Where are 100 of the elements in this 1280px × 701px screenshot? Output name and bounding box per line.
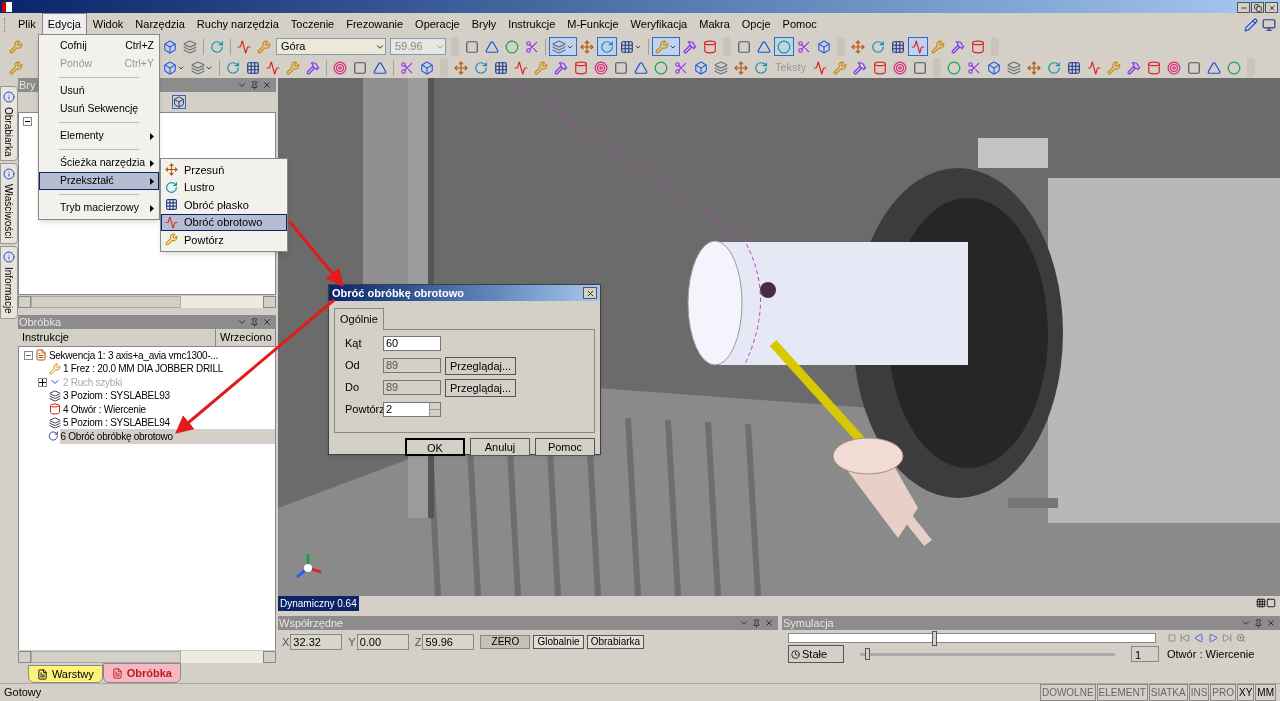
menu-item[interactable]: Bryły xyxy=(465,13,503,36)
text-field[interactable]: 60 xyxy=(383,336,441,351)
dialog-button[interactable]: Pomoc xyxy=(535,437,595,456)
panel-tab[interactable]: Obróbka xyxy=(102,663,181,683)
menu-entry[interactable]: Przekształć xyxy=(39,172,159,190)
tree-item[interactable]: Sekwencja 1: 3 axis+a_avia vmc1300-... xyxy=(48,347,223,363)
restore-button[interactable] xyxy=(1251,2,1264,13)
fast-forward-icon[interactable] xyxy=(1222,633,1232,643)
horizontal-scrollbar[interactable] xyxy=(17,295,276,308)
toolbar-button[interactable] xyxy=(774,37,794,56)
collapse-box[interactable] xyxy=(24,350,34,360)
spin-field[interactable]: 2 xyxy=(383,402,441,417)
tile-icon[interactable] xyxy=(1256,598,1266,608)
close-icon[interactable] xyxy=(262,317,272,327)
column-header[interactable]: Instrukcje xyxy=(17,329,216,346)
menu-entry[interactable]: Przesuń xyxy=(161,161,287,179)
step-back-icon[interactable] xyxy=(1194,633,1204,643)
menu-item[interactable]: Widok xyxy=(86,13,130,36)
toolbar-button[interactable] xyxy=(597,37,617,56)
pin-icon[interactable] xyxy=(1254,618,1263,628)
dialog-button[interactable]: OK xyxy=(405,437,465,456)
toolbar-button[interactable] xyxy=(652,37,680,56)
pin-icon[interactable] xyxy=(250,317,259,327)
menu-item[interactable]: Frezowanie xyxy=(340,13,410,36)
tree-item[interactable]: 6 Obróć obróbkę obrotowo xyxy=(60,428,276,444)
side-tab[interactable]: Obrabiarka xyxy=(0,86,18,162)
close-icon[interactable] xyxy=(262,80,272,90)
cube-icon[interactable] xyxy=(171,95,186,109)
menu-item[interactable]: Plik xyxy=(12,13,42,36)
text-field[interactable]: 89 xyxy=(383,380,441,395)
window-icon[interactable] xyxy=(1266,598,1276,608)
menu-item[interactable]: Toczenie xyxy=(284,13,341,36)
slider-thumb[interactable] xyxy=(931,631,937,646)
position-track[interactable] xyxy=(788,633,1156,643)
pin-icon[interactable] xyxy=(752,618,761,628)
close-button[interactable] xyxy=(1265,2,1278,13)
pin-icon[interactable] xyxy=(250,80,259,90)
step-field[interactable]: 1 xyxy=(1131,646,1159,662)
tree-item[interactable]: 1 Frez : 20.0 MM DIA JOBBER DRILL xyxy=(62,361,227,377)
menu-item[interactable]: Opcje xyxy=(735,13,777,36)
coordinate-field[interactable]: 0.00 xyxy=(356,634,409,651)
speed-button[interactable]: Stałe xyxy=(788,645,844,663)
dialog-tab[interactable]: Ogólnie xyxy=(334,308,384,330)
close-button[interactable] xyxy=(583,287,597,299)
menu-entry[interactable]: Lustro xyxy=(161,178,287,196)
toolbar-button[interactable] xyxy=(549,37,577,56)
text-field[interactable]: 89 xyxy=(383,358,441,373)
toolbar-grip[interactable] xyxy=(440,58,448,77)
menu-entry[interactable]: Elementy xyxy=(39,127,159,145)
combo-box[interactable]: Góra xyxy=(276,38,386,55)
display-icon[interactable] xyxy=(1262,17,1276,32)
slider-thumb[interactable] xyxy=(865,647,871,660)
coordinate-button[interactable]: Obrabiarka xyxy=(586,635,645,650)
menu-entry[interactable]: Powtórz xyxy=(161,231,287,249)
column-header[interactable]: Wrzeciono xyxy=(216,329,276,346)
play-icon[interactable] xyxy=(1208,633,1218,643)
side-tab[interactable]: Informacje xyxy=(0,245,18,319)
menu-entry[interactable]: Usuń Sekwencję xyxy=(39,100,159,118)
horizontal-scrollbar[interactable] xyxy=(17,650,276,663)
rewind-icon[interactable] xyxy=(1180,633,1190,643)
pencil-icon[interactable] xyxy=(1244,17,1258,32)
menu-entry[interactable]: Obróć płasko xyxy=(161,196,287,214)
stop-icon[interactable] xyxy=(1168,634,1176,642)
menu-item[interactable]: Pomoc xyxy=(776,13,823,36)
panel-tab[interactable]: Warstwy xyxy=(27,665,103,683)
side-tab[interactable]: Właściwości xyxy=(0,163,18,244)
menu-entry[interactable]: Ścieżka narzędzia xyxy=(39,154,159,172)
caret-icon[interactable] xyxy=(739,618,749,628)
browse-button[interactable]: Przeglądaj... xyxy=(445,378,517,397)
toolbar-grip[interactable] xyxy=(933,58,942,77)
menu-item[interactable]: M-Funkcje xyxy=(561,13,625,36)
menu-entry[interactable]: Tryb macierzowy xyxy=(39,199,159,217)
coordinate-field[interactable]: 32.32 xyxy=(290,634,343,651)
toolbar-grip[interactable] xyxy=(1247,58,1256,77)
minimize-button[interactable] xyxy=(1237,2,1250,13)
menu-entry[interactable]: Usuń xyxy=(39,82,159,100)
dialog-button[interactable]: Anuluj xyxy=(470,437,530,456)
tree-item[interactable]: 5 Poziom : SYSLABEL94 xyxy=(62,415,174,431)
menu-item[interactable]: Makra xyxy=(693,13,736,36)
coordinate-button[interactable]: Globalnie xyxy=(533,635,584,650)
caret-icon[interactable] xyxy=(237,317,247,327)
zoom-icon[interactable] xyxy=(1236,633,1246,643)
close-icon[interactable] xyxy=(1266,618,1276,628)
browse-button[interactable]: Przeglądaj... xyxy=(445,356,517,375)
menu-entry[interactable]: Obróć obrotowo xyxy=(161,213,287,231)
coordinate-button[interactable]: ZERO xyxy=(480,635,531,650)
tree-item[interactable]: 3 Poziom : SYSLABEL93 xyxy=(62,388,174,404)
menu-item[interactable]: Operacje xyxy=(409,13,466,36)
menu-item[interactable]: Instrukcje xyxy=(502,13,562,36)
caret-icon[interactable] xyxy=(237,80,247,90)
menu-item[interactable]: Weryfikacja xyxy=(624,13,694,36)
menu-item[interactable]: Edycja xyxy=(41,13,87,36)
menu-item[interactable]: Ruchy narzędzia xyxy=(190,13,285,36)
toolbar-button[interactable] xyxy=(908,37,928,56)
tree-item[interactable]: 4 Otwór : Wiercenie xyxy=(62,401,150,417)
caret-icon[interactable] xyxy=(1241,618,1251,628)
menu-entry[interactable]: Cofnij Ctrl+Z xyxy=(39,37,159,55)
coordinate-field[interactable]: 59.96 xyxy=(422,634,475,651)
menu-item[interactable]: Narzędzia xyxy=(129,13,191,36)
close-icon[interactable] xyxy=(764,618,774,628)
